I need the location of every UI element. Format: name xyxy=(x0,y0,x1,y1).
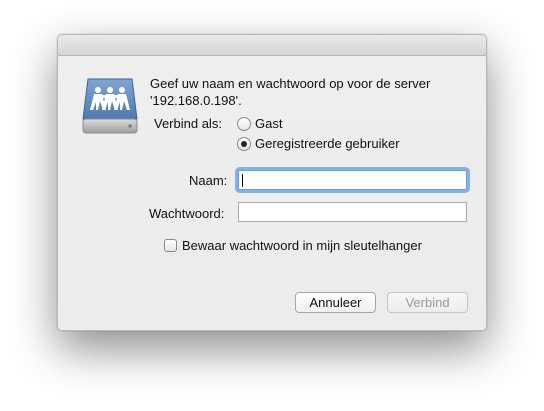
connect-button[interactable]: Verbind xyxy=(387,292,468,313)
keychain-option[interactable]: Bewaar wachtwoord in mijn sleutelhanger xyxy=(164,238,422,253)
cancel-button[interactable]: Annuleer xyxy=(295,292,376,313)
radio-registered-label[interactable]: Geregistreerde gebruiker xyxy=(255,136,400,151)
radio-registered-option[interactable]: Geregistreerde gebruiker xyxy=(237,136,400,151)
server-prompt: Geef uw naam en wachtwoord op voor de se… xyxy=(150,75,470,109)
password-input[interactable] xyxy=(238,202,467,222)
shared-server-icon xyxy=(80,75,140,137)
name-label: Naam: xyxy=(189,173,228,188)
dialog-titlebar[interactable] xyxy=(58,35,486,56)
text-caret xyxy=(242,174,243,187)
radio-registered[interactable] xyxy=(237,136,251,151)
login-dialog: Geef uw naam en wachtwoord op voor de se… xyxy=(57,34,487,331)
keychain-label[interactable]: Bewaar wachtwoord in mijn sleutelhanger xyxy=(182,238,422,253)
prompt-line-2: '192.168.0.198'. xyxy=(150,93,242,108)
radio-guest-label[interactable]: Gast xyxy=(255,116,282,131)
name-input[interactable] xyxy=(238,170,467,190)
password-label: Wachtwoord: xyxy=(149,206,225,221)
radio-guest[interactable] xyxy=(237,116,251,131)
prompt-line-1: Geef uw naam en wachtwoord op voor de se… xyxy=(150,76,431,91)
keychain-checkbox[interactable] xyxy=(164,239,177,252)
connect-as-label: Verbind als: xyxy=(154,116,222,131)
radio-guest-option[interactable]: Gast xyxy=(237,116,282,131)
